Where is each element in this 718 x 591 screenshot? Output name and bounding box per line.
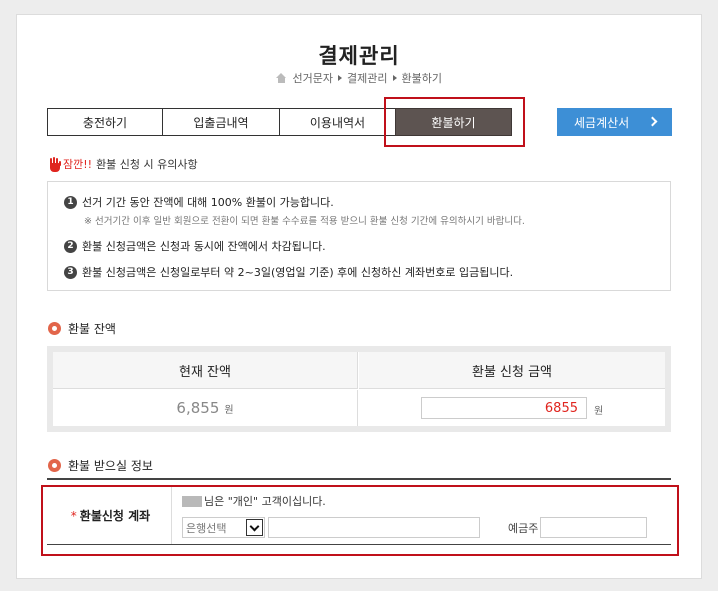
- chevron-right-icon: [392, 75, 397, 81]
- caution-warn: 잠깐!!: [63, 158, 93, 171]
- notice-text: 환불 신청금액은 신청과 동시에 잔액에서 차감됩니다.: [82, 240, 326, 253]
- balance-table: 현재 잔액 환불 신청 금액 6,855 원 원: [47, 346, 671, 432]
- tab-transactions[interactable]: 입출금내역: [162, 108, 279, 136]
- currency-unit: 원: [224, 404, 234, 416]
- notice-item: 1 선거 기간 동안 잔액에 대해 100% 환불이 가능합니다.: [64, 194, 334, 210]
- home-icon[interactable]: [275, 73, 287, 83]
- notice-box: 1 선거 기간 동안 잔액에 대해 100% 환불이 가능합니다. ※ 선거기간…: [47, 181, 671, 291]
- breadcrumb: 선거문자 결제관리 환불하기: [275, 70, 442, 86]
- hand-icon: [48, 156, 61, 172]
- number-2-icon: 2: [64, 239, 77, 253]
- section-title-balance: 환불 잔액: [48, 320, 116, 337]
- highlight-box: [384, 97, 525, 147]
- current-balance-header: 현재 잔액: [53, 352, 358, 389]
- bullet-ring-icon: [48, 459, 61, 472]
- highlight-box: [41, 485, 679, 556]
- chevron-right-icon: [338, 75, 343, 81]
- number-3-icon: 3: [64, 265, 77, 279]
- section-title-text: 환불 받으실 정보: [68, 459, 153, 473]
- tab-charge[interactable]: 충전하기: [47, 108, 162, 136]
- section-title-account: 환불 받으실 정보: [48, 457, 153, 474]
- page-title: 결제관리: [318, 44, 400, 68]
- caution-title: 환불 신청 시 유의사항: [96, 158, 198, 171]
- notice-item: 2 환불 신청금액은 신청과 동시에 잔액에서 차감됩니다.: [64, 238, 326, 254]
- breadcrumb-item: 환불하기: [401, 72, 442, 85]
- refund-amount-header: 환불 신청 금액: [359, 352, 665, 389]
- tax-invoice-button[interactable]: 세금계산서: [557, 108, 672, 136]
- refund-amount-input[interactable]: [421, 397, 587, 419]
- tab-usage[interactable]: 이용내역서: [279, 108, 395, 136]
- notice-subtext: ※ 선거기간 이후 일반 회원으로 전환이 되면 환불 수수료를 적용 받으니 …: [84, 216, 525, 227]
- divider: [47, 478, 671, 480]
- notice-text: 환불 신청금액은 신청일로부터 약 2~3일(영업일 기준) 후에 신청하신 계…: [82, 266, 514, 279]
- refund-amount-cell: 원: [359, 390, 665, 426]
- chevron-right-icon: [647, 116, 658, 127]
- caution-heading: 잠깐!! 환불 신청 시 유의사항: [48, 156, 198, 172]
- notice-item: 3 환불 신청금액은 신청일로부터 약 2~3일(영업일 기준) 후에 신청하신…: [64, 264, 513, 280]
- tax-invoice-label: 세금계산서: [574, 115, 630, 130]
- current-balance-cell: 6,855 원: [53, 390, 358, 426]
- notice-text: 선거 기간 동안 잔액에 대해 100% 환불이 가능합니다.: [82, 196, 334, 209]
- breadcrumb-item[interactable]: 선거문자: [293, 70, 333, 86]
- number-1-icon: 1: [64, 195, 77, 209]
- section-title-text: 환불 잔액: [68, 322, 116, 336]
- current-balance-value: 6,855: [176, 399, 220, 417]
- currency-unit: 원: [594, 406, 604, 417]
- breadcrumb-item[interactable]: 결제관리: [347, 70, 387, 86]
- bullet-ring-icon: [48, 322, 61, 335]
